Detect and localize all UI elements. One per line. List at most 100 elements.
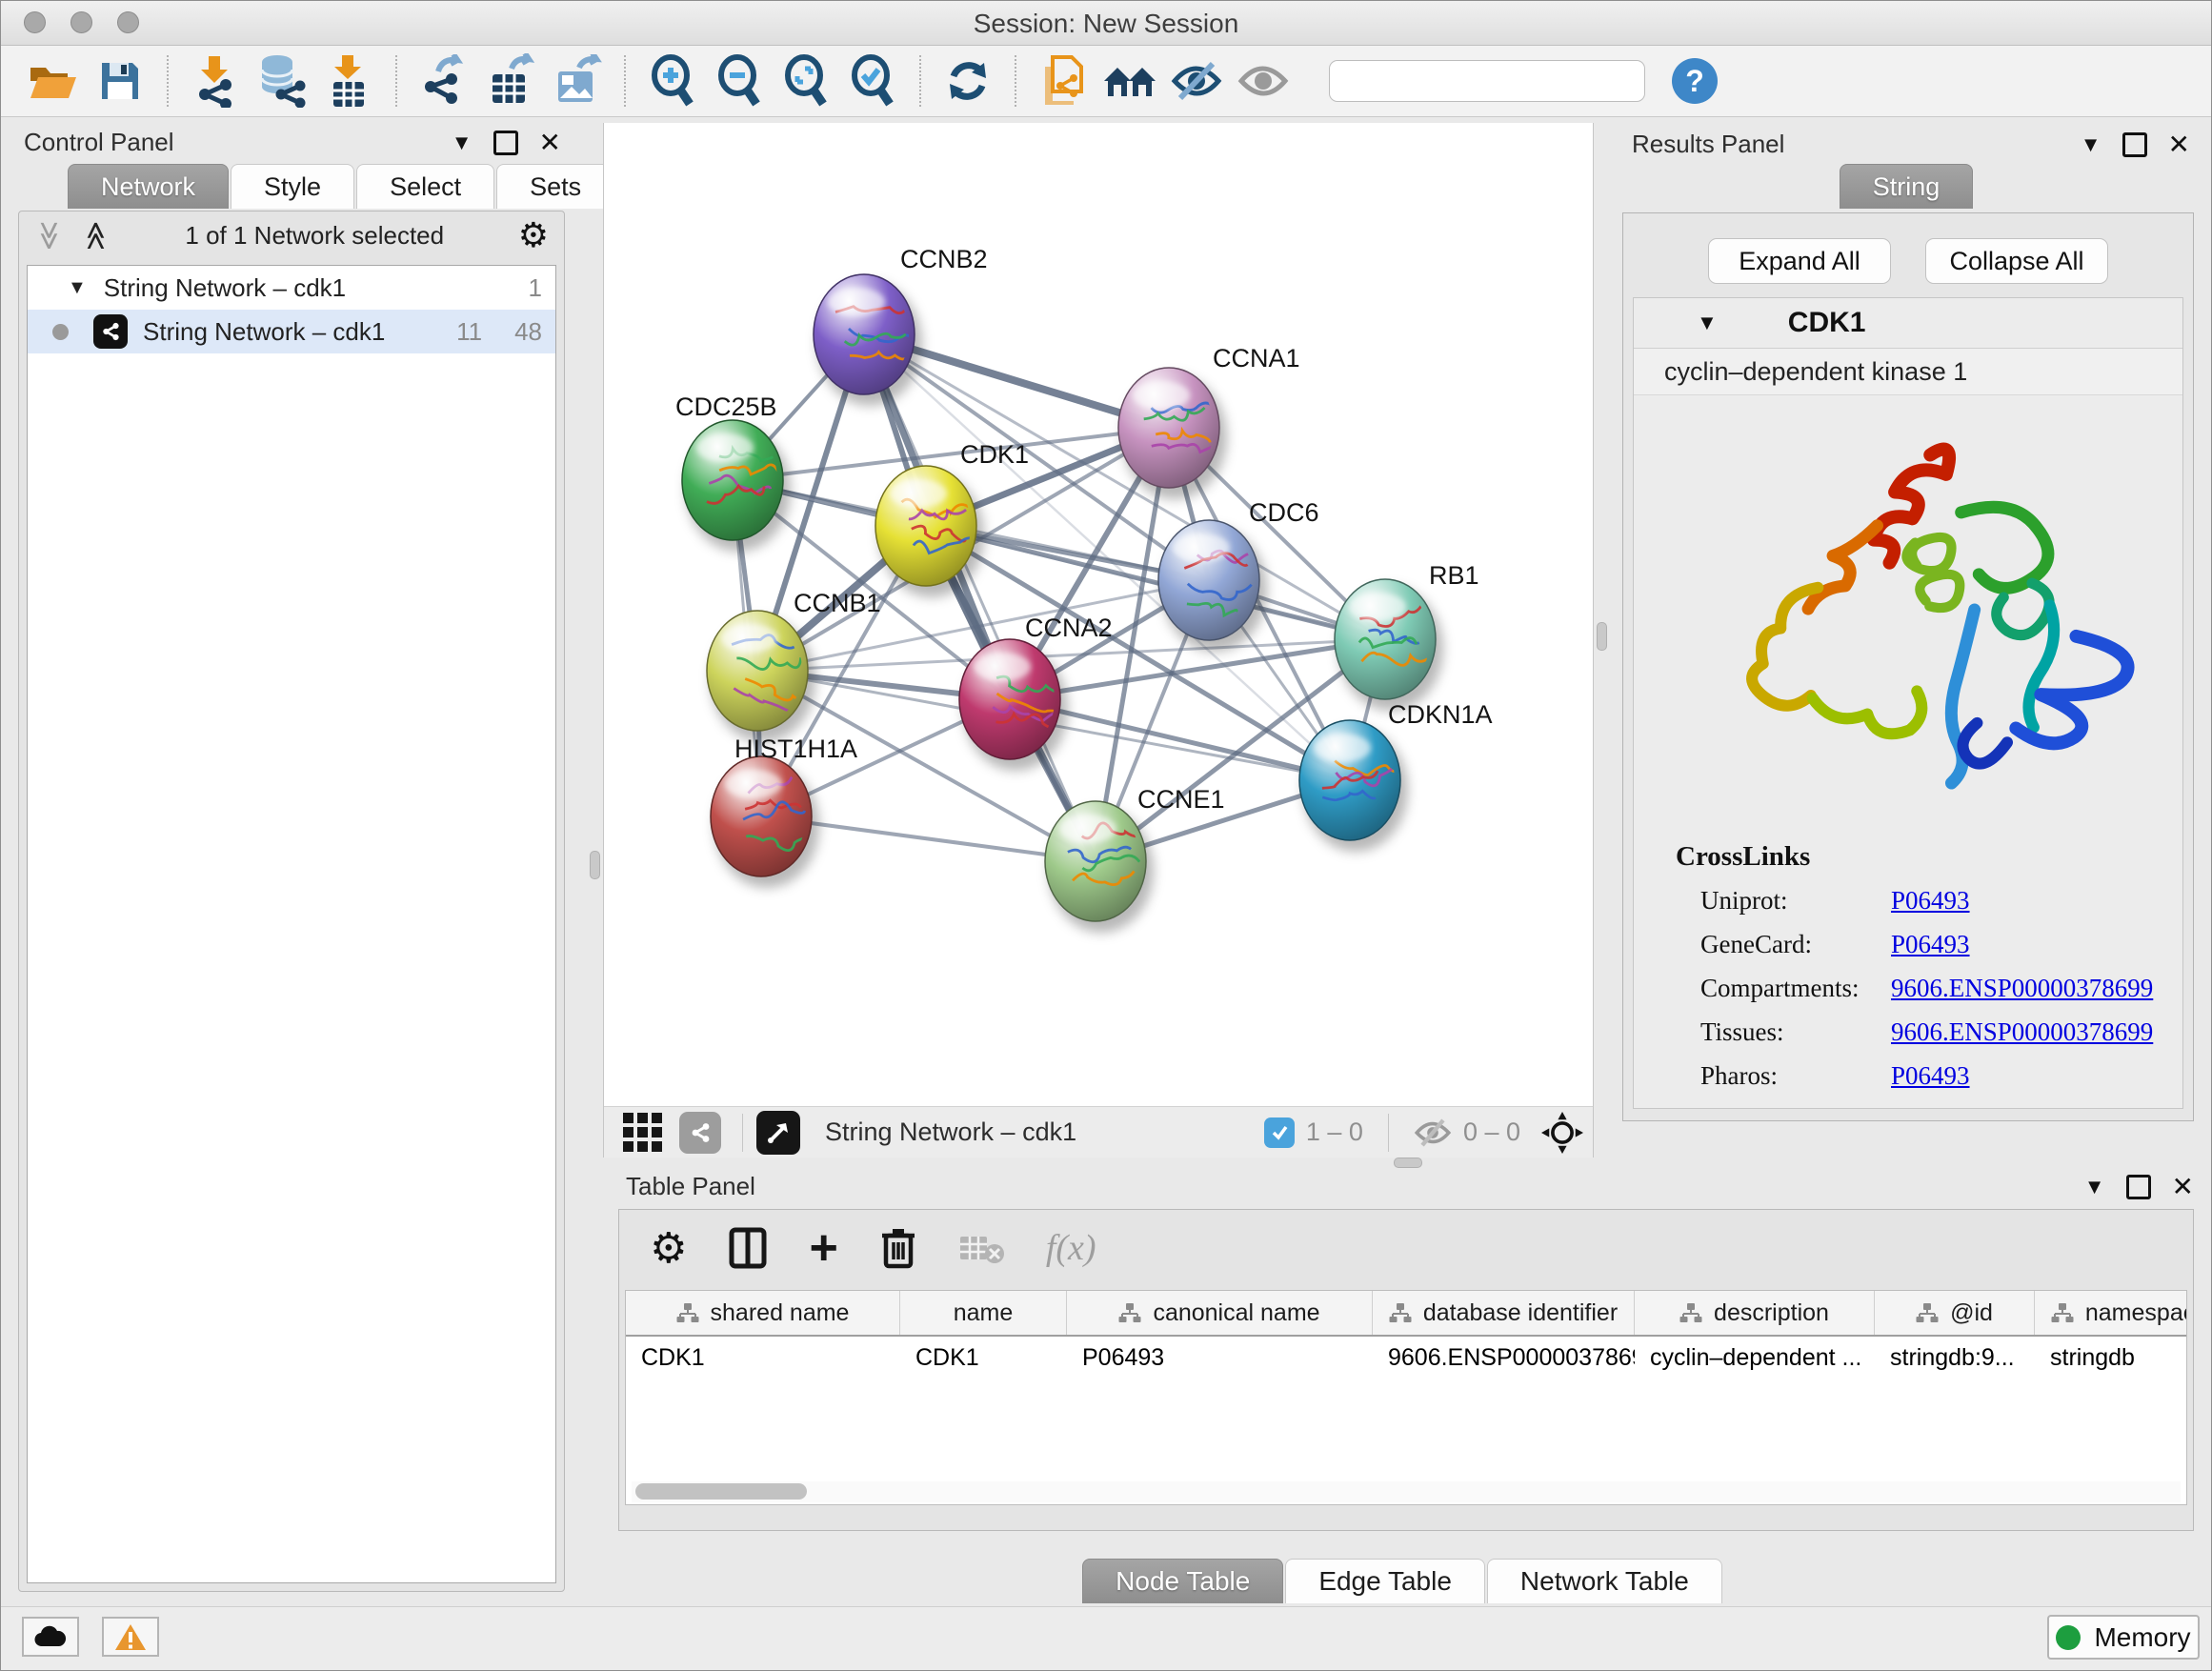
network-canvas[interactable]: CCNB2CCNA1CDC25BCDK1CDC6RB1CCNB1CCNA2CDK…: [604, 123, 1593, 1106]
right-splitter-handle[interactable]: [1597, 622, 1607, 651]
bottom-splitter-handle[interactable]: [1394, 1158, 1422, 1168]
tab-node-table[interactable]: Node Table: [1082, 1559, 1283, 1603]
export-image-button[interactable]: [550, 51, 605, 111]
network-node[interactable]: [682, 420, 791, 552]
panel-menu-icon[interactable]: ▼: [452, 131, 473, 155]
network-type-icon: [93, 314, 128, 349]
network-edge[interactable]: [864, 334, 1096, 861]
network-node[interactable]: [711, 756, 819, 888]
network-view: CCNB2CCNA1CDC25BCDK1CDC6RB1CCNB1CCNA2CDK…: [603, 123, 1594, 1158]
crosslink-link[interactable]: P06493: [1891, 1061, 1970, 1091]
cloud-status-button[interactable]: [22, 1617, 79, 1657]
import-table-icon: [326, 53, 372, 109]
expand-all-networks-icon[interactable]: ≫: [32, 220, 66, 250]
show-columns-icon[interactable]: [729, 1227, 767, 1269]
network-collection-row[interactable]: ▼ String Network – cdk1 1: [28, 266, 555, 310]
network-options-gear-icon[interactable]: ⚙: [518, 216, 549, 255]
search-box[interactable]: [1329, 60, 1645, 102]
export-table-button[interactable]: [483, 51, 538, 111]
fit-selected-crosshair-icon[interactable]: [1541, 1112, 1583, 1154]
tab-network[interactable]: Network: [68, 164, 229, 209]
node-table: shared name name canonical namedatabase id…: [625, 1290, 2187, 1505]
zoom-fit-button[interactable]: [778, 51, 834, 111]
zoom-selected-button[interactable]: [845, 51, 900, 111]
column-header-@id[interactable]: @id: [1875, 1291, 2035, 1335]
crosslink-link[interactable]: P06493: [1891, 886, 1970, 916]
tab-string[interactable]: String: [1840, 164, 1974, 209]
column-header-namespace[interactable]: namespace: [2035, 1291, 2187, 1335]
scrollbar-thumb[interactable]: [635, 1483, 807, 1500]
table-horizontal-scrollbar: [632, 1481, 2181, 1502]
network-node[interactable]: [959, 639, 1068, 771]
houses-icon: [1102, 60, 1157, 102]
warnings-button[interactable]: [102, 1617, 159, 1657]
network-node[interactable]: [1335, 579, 1443, 711]
panel-float-icon[interactable]: [2126, 1175, 2151, 1199]
tab-select[interactable]: Select: [356, 164, 494, 209]
open-folder-icon: [29, 60, 78, 102]
table-row[interactable]: CDK1CDK1P064939606.ENSP00000378699cyclin…: [626, 1337, 2186, 1379]
crosslink-link[interactable]: 9606.ENSP00000378699: [1891, 1017, 2153, 1047]
grid-mode-icon[interactable]: [623, 1113, 662, 1152]
hide-selected-button[interactable]: [1169, 51, 1224, 111]
network-row[interactable]: String Network – cdk1 11 48: [28, 310, 555, 353]
table-header-row: shared name name canonical namedatabase id…: [626, 1291, 2186, 1337]
refresh-layout-button[interactable]: [940, 51, 995, 111]
expand-all-button[interactable]: Expand All: [1708, 238, 1891, 284]
crosslinks-title: CrossLinks: [1676, 841, 2182, 873]
collapse-all-networks-icon[interactable]: ≪: [80, 220, 113, 250]
tab-sets[interactable]: Sets: [496, 164, 614, 209]
delete-column-trash-icon[interactable]: [880, 1226, 916, 1270]
network-node[interactable]: [1045, 801, 1154, 933]
create-column-plus-icon[interactable]: +: [809, 1223, 837, 1273]
home-button[interactable]: [1102, 51, 1157, 111]
crosslink-link[interactable]: P06493: [1891, 930, 1970, 959]
panel-float-icon[interactable]: [493, 131, 518, 155]
clone-network-button[interactable]: [1036, 51, 1091, 111]
zoom-out-button[interactable]: [712, 51, 767, 111]
panel-float-icon[interactable]: [2122, 132, 2147, 157]
network-node[interactable]: [875, 466, 984, 597]
memory-button[interactable]: Memory: [2047, 1615, 2200, 1660]
search-input[interactable]: [1341, 67, 1640, 95]
panel-close-icon[interactable]: ✕: [2168, 129, 2190, 160]
column-header-database-identifier[interactable]: database identifier: [1373, 1291, 1635, 1335]
collapse-all-button[interactable]: Collapse All: [1925, 238, 2108, 284]
panel-menu-icon[interactable]: ▼: [2084, 1175, 2105, 1199]
panel-menu-icon[interactable]: ▼: [2081, 132, 2101, 157]
panel-close-icon[interactable]: ✕: [539, 127, 561, 158]
network-node[interactable]: [1118, 368, 1227, 499]
warning-icon: [114, 1622, 147, 1651]
network-node-label: CDKN1A: [1388, 700, 1493, 729]
selected-nodes-checkbox[interactable]: [1264, 1117, 1295, 1148]
help-button[interactable]: ?: [1672, 58, 1718, 104]
zoom-in-button[interactable]: [645, 51, 700, 111]
panel-close-icon[interactable]: ✕: [2172, 1171, 2194, 1202]
tab-network-table[interactable]: Network Table: [1487, 1559, 1722, 1603]
column-header-shared-name[interactable]: shared name: [626, 1291, 900, 1335]
network-node[interactable]: [1299, 720, 1408, 852]
toolbar-separator: [919, 55, 921, 107]
crosslink-link[interactable]: 9606.ENSP00000378699: [1891, 974, 2153, 1003]
show-all-button[interactable]: [1236, 51, 1291, 111]
save-session-button[interactable]: [92, 51, 148, 111]
tab-style[interactable]: Style: [231, 164, 354, 209]
network-node[interactable]: [1158, 520, 1267, 652]
export-network-button[interactable]: [416, 51, 472, 111]
left-splitter-handle[interactable]: [590, 851, 600, 879]
collection-expand-icon[interactable]: ▼: [68, 277, 87, 299]
import-network-database-button[interactable]: [254, 51, 310, 111]
import-table-button[interactable]: [321, 51, 376, 111]
network-view-share-icon[interactable]: [679, 1112, 721, 1154]
column-header-label: name: [954, 1299, 1014, 1327]
column-header-canonical-name[interactable]: canonical name: [1067, 1291, 1373, 1335]
birds-eye-view-button[interactable]: [756, 1111, 800, 1155]
table-options-gear-icon[interactable]: ⚙: [650, 1224, 687, 1273]
column-header-name[interactable]: name: [900, 1291, 1067, 1335]
section-collapse-icon[interactable]: ▼: [1697, 311, 1718, 335]
open-session-button[interactable]: [26, 51, 81, 111]
network-node[interactable]: [814, 274, 922, 406]
import-network-file-button[interactable]: [188, 51, 243, 111]
column-header-description[interactable]: description: [1635, 1291, 1875, 1335]
tab-edge-table[interactable]: Edge Table: [1285, 1559, 1485, 1603]
